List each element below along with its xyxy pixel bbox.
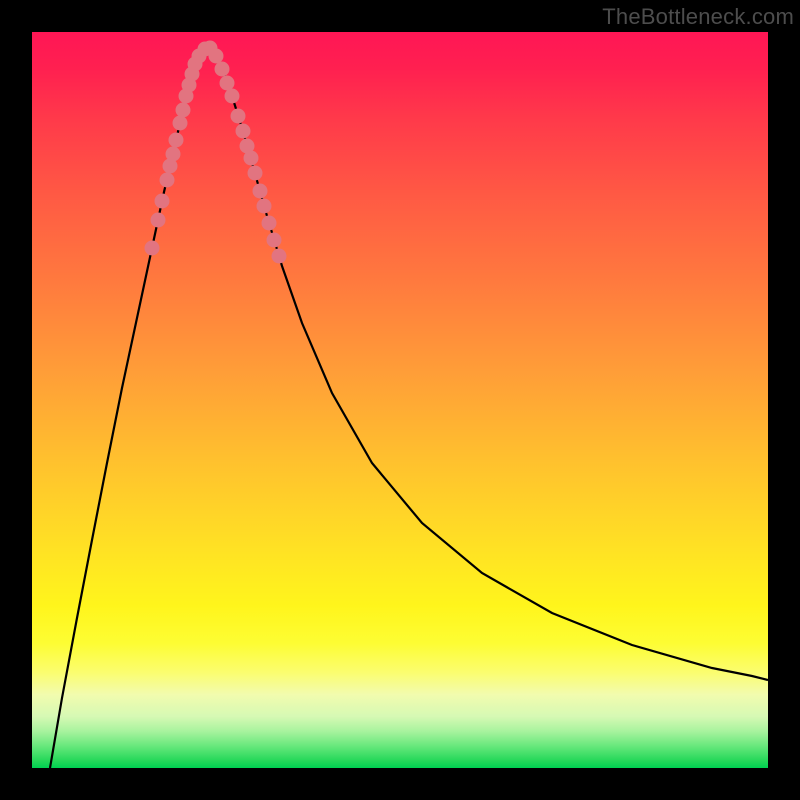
data-marker bbox=[166, 147, 181, 162]
data-marker bbox=[267, 233, 282, 248]
data-marker bbox=[160, 173, 175, 188]
marker-group bbox=[145, 41, 287, 264]
data-marker bbox=[257, 199, 272, 214]
data-marker bbox=[272, 249, 287, 264]
data-marker bbox=[244, 151, 259, 166]
data-marker bbox=[155, 194, 170, 209]
bottleneck-curve bbox=[50, 48, 768, 768]
data-marker bbox=[220, 76, 235, 91]
data-marker bbox=[209, 49, 224, 64]
data-marker bbox=[231, 109, 246, 124]
data-marker bbox=[145, 241, 160, 256]
data-marker bbox=[225, 89, 240, 104]
data-marker bbox=[173, 116, 188, 131]
curve-group bbox=[50, 48, 768, 768]
data-marker bbox=[262, 216, 277, 231]
data-marker bbox=[236, 124, 251, 139]
data-marker bbox=[176, 103, 191, 118]
watermark-text: TheBottleneck.com bbox=[602, 4, 794, 30]
data-marker bbox=[169, 133, 184, 148]
chart-frame bbox=[32, 32, 768, 768]
data-marker bbox=[248, 166, 263, 181]
data-marker bbox=[151, 213, 166, 228]
data-marker bbox=[253, 184, 268, 199]
data-marker bbox=[215, 62, 230, 77]
chart-svg bbox=[32, 32, 768, 768]
